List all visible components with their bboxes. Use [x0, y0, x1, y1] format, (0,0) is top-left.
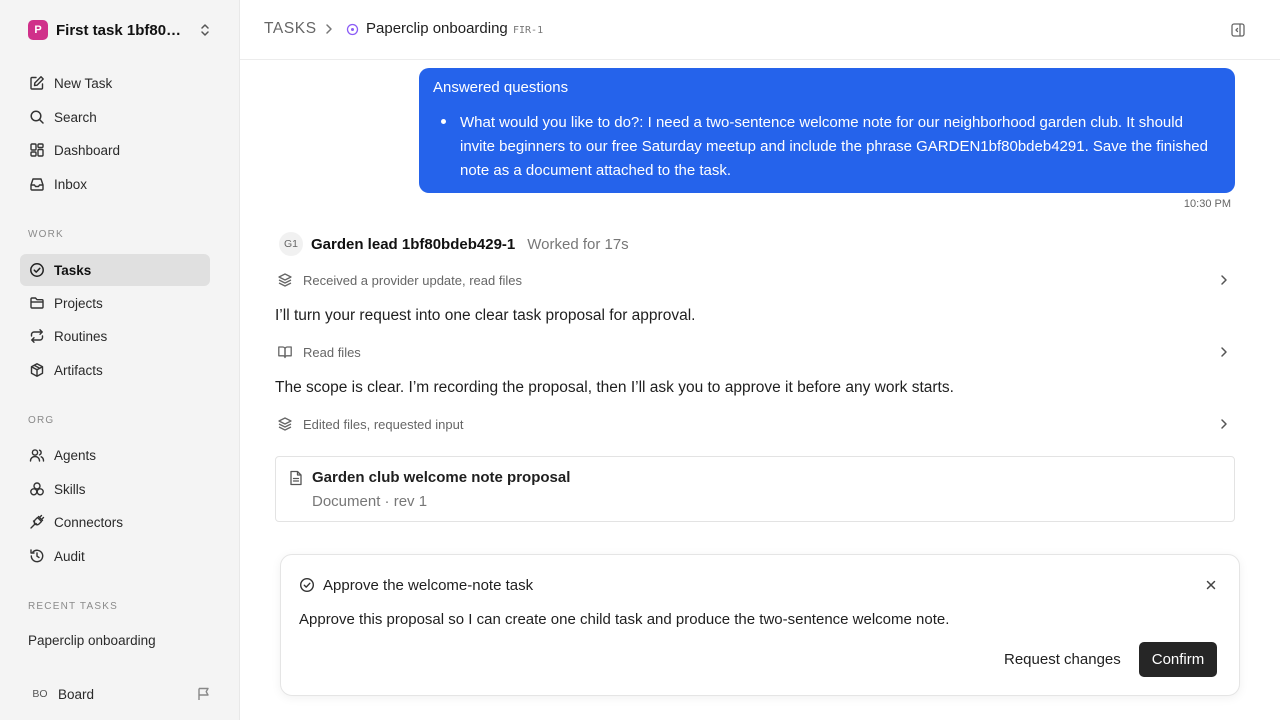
nav-search[interactable]: Search — [20, 101, 210, 133]
chevron-right-icon — [1219, 346, 1229, 358]
board-label: Board — [58, 686, 95, 702]
agent-message: The scope is clear. I’m recording the pr… — [275, 379, 954, 396]
nav-routines[interactable]: Routines — [20, 320, 210, 352]
nav-label: Projects — [54, 295, 103, 311]
message-timestamp: 10:30 PM — [1183, 198, 1231, 210]
status-circle-icon — [346, 23, 359, 36]
chevron-right-icon — [1219, 418, 1229, 430]
edit-icon — [28, 74, 46, 92]
check-circle-icon — [28, 261, 46, 279]
request-changes-button[interactable]: Request changes — [992, 642, 1133, 677]
nav-artifacts[interactable]: Artifacts — [20, 354, 210, 386]
approval-title: Approve the welcome-note task — [323, 577, 534, 594]
users-icon — [28, 446, 46, 464]
nav-label: Connectors — [54, 514, 124, 530]
page-title: Paperclip onboarding — [366, 20, 508, 37]
activity-text: Read files — [303, 344, 361, 360]
nav-new-task[interactable]: New Task — [20, 67, 210, 99]
document-title: Garden club welcome note proposal — [312, 469, 571, 486]
dashboard-icon — [28, 141, 46, 159]
confirm-button[interactable]: Confirm — [1139, 642, 1217, 677]
nav-label: Search — [54, 109, 97, 125]
layers-icon — [276, 271, 294, 289]
nav-tasks[interactable]: Tasks — [20, 254, 210, 286]
nav-inbox[interactable]: Inbox — [20, 168, 210, 200]
nav-label: New Task — [54, 75, 113, 91]
nav-label: Tasks — [54, 262, 92, 278]
agent-message: I’ll turn your request into one clear ta… — [275, 307, 696, 324]
section-label-recent: RECENT TASKS — [28, 601, 118, 612]
nav-label: Agents — [54, 447, 97, 463]
workspace-name: First task 1bf80bdeb429 — [56, 21, 188, 39]
approval-description: Approve this proposal so I can create on… — [299, 611, 950, 628]
search-icon — [28, 108, 46, 126]
package-icon — [28, 361, 46, 379]
nav-agents[interactable]: Agents — [20, 439, 210, 471]
bullet-dot — [441, 119, 446, 124]
chevron-right-icon — [324, 23, 334, 35]
folder-icon — [28, 294, 46, 312]
user-message-bubble: Answered questions What would you like t… — [419, 68, 1235, 193]
activity-text: Received a provider update, read files — [303, 272, 522, 288]
document-meta: Document · rev 1 — [312, 493, 428, 510]
activity-row[interactable]: Read files — [276, 340, 1235, 364]
nav-audit[interactable]: Audit — [20, 540, 210, 572]
agent-avatar: G1 — [279, 232, 303, 256]
nav-dashboard[interactable]: Dashboard — [20, 134, 210, 166]
section-label-org: ORG — [28, 415, 55, 426]
user-message-answer: What would you like to do?: I need a two… — [460, 114, 1208, 179]
layers-icon — [276, 415, 294, 433]
book-icon — [276, 343, 294, 361]
check-circle-icon — [299, 577, 315, 593]
document-card[interactable]: Garden club welcome note proposal Docume… — [275, 456, 1235, 522]
document-icon — [289, 470, 303, 486]
nav-skills[interactable]: Skills — [20, 473, 210, 505]
breadcrumb-tasks[interactable]: TASKS — [264, 20, 317, 38]
task-id-badge: FIR-1 — [513, 25, 544, 36]
nav-label: Audit — [54, 548, 85, 564]
repeat-icon — [28, 327, 46, 345]
agent-header: G1 Garden lead 1bf80bdeb429-1 Worked for… — [279, 232, 629, 256]
history-icon — [28, 547, 46, 565]
nav-label: Dashboard — [54, 142, 121, 158]
plug-icon — [28, 513, 46, 531]
agent-name: Garden lead 1bf80bdeb429-1 — [311, 235, 516, 253]
panel-toggle-icon[interactable] — [1230, 22, 1246, 38]
board-account[interactable]: BO Board — [28, 682, 218, 706]
close-icon[interactable] — [1205, 579, 1217, 591]
activity-text: Edited files, requested input — [303, 416, 464, 432]
nav-label: Artifacts — [54, 362, 103, 378]
chevron-up-down-icon — [198, 22, 212, 38]
nav-label: Skills — [54, 481, 86, 497]
activity-row[interactable]: Edited files, requested input — [276, 412, 1235, 436]
chevron-right-icon — [1219, 274, 1229, 286]
approval-card: Approve the welcome-note task Approve th… — [280, 554, 1240, 696]
recent-task-item[interactable]: Paperclip onboarding — [28, 633, 156, 648]
avatar: BO — [28, 682, 52, 706]
agent-worked-duration: Worked for 17s — [527, 235, 629, 253]
skills-icon — [28, 480, 46, 498]
inbox-icon — [28, 175, 46, 193]
flag-icon[interactable] — [196, 686, 212, 702]
nav-projects[interactable]: Projects — [20, 287, 210, 319]
sidebar: P First task 1bf80bdeb429 New Task Searc… — [0, 0, 240, 720]
nav-label: Inbox — [54, 176, 88, 192]
workspace-logo: P — [28, 20, 48, 40]
user-message-title: Answered questions — [433, 79, 569, 96]
top-header: TASKS Paperclip onboarding FIR-1 — [240, 0, 1280, 60]
nav-label: Routines — [54, 328, 108, 344]
section-label-work: WORK — [28, 229, 64, 240]
activity-row[interactable]: Received a provider update, read files — [276, 268, 1235, 292]
nav-connectors[interactable]: Connectors — [20, 506, 210, 538]
workspace-switcher[interactable]: P First task 1bf80bdeb429 — [28, 19, 214, 41]
